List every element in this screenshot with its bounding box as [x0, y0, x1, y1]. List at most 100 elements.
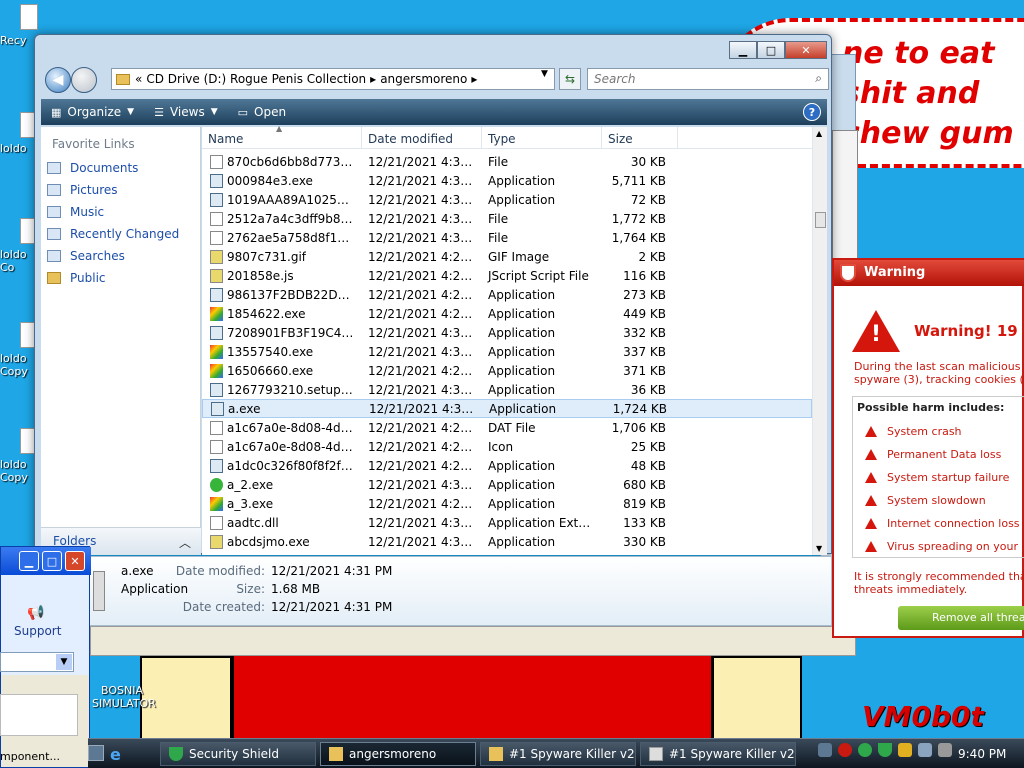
harm-label: Internet connection loss [887, 517, 1020, 530]
file-row[interactable]: 201858e.js 12/21/2021 4:28 PM JScript Scri… [202, 266, 812, 285]
taskbar-button-security-shield[interactable]: Security Shield [160, 742, 316, 766]
close-icon: ✕ [70, 554, 80, 568]
shield-icon [169, 747, 183, 761]
xp-dropdown[interactable]: ▼ [0, 652, 74, 672]
desktop-icon-bosnia[interactable]: BOSNIA SIMULATOR [92, 660, 156, 710]
remove-threats-button[interactable]: Remove all threats [898, 606, 1024, 630]
scroll-down-icon[interactable]: ▼ [816, 544, 822, 553]
file-row[interactable]: abcdsjmo.exe 12/21/2021 4:30 PM Applicatio… [202, 532, 812, 551]
search-icon[interactable]: ⌕ [815, 71, 822, 86]
column-header-type[interactable]: Type [482, 127, 602, 149]
file-name-cell: 1267793210.setup_buil... [202, 382, 362, 397]
breadcrumb-item[interactable]: angersmoreno [380, 72, 467, 86]
file-type-cell: DAT File [488, 420, 536, 435]
alert-icon[interactable] [838, 743, 852, 757]
file-size-cell: 330 KB [623, 534, 666, 549]
support-link[interactable]: Support [14, 624, 61, 638]
forward-button[interactable] [71, 67, 97, 93]
nav-link-public[interactable]: Public [47, 271, 106, 285]
scroll-thumb[interactable] [815, 212, 826, 228]
xp-close-button[interactable]: ✕ [65, 551, 85, 571]
file-row[interactable]: a1dc0c326f80f8f2f869e... 12/21/2021 4:29 … [202, 456, 812, 475]
security-icon[interactable] [858, 743, 872, 757]
file-name: 16506660.exe [227, 363, 314, 378]
system-tray [818, 743, 952, 757]
open-button[interactable]: ▭ Open [228, 105, 296, 119]
file-row[interactable]: 986137F2BDB22DBD32... 12/21/2021 4:28 PM A… [202, 285, 812, 304]
maximize-button[interactable]: □ [757, 41, 785, 59]
organize-button[interactable]: ▦ Organize ▼ [41, 105, 144, 119]
search-input[interactable]: Search ⌕ [587, 68, 829, 90]
file-row[interactable]: 9807c731.gif 12/21/2021 4:28 PM GIF Image 2… [202, 247, 812, 266]
file-row[interactable]: a_2.exe 12/21/2021 4:30 PM Application 680 … [202, 475, 812, 494]
file-row[interactable]: 16506660.exe 12/21/2021 4:29 PM Applicatio… [202, 361, 812, 380]
shield-icon[interactable] [878, 743, 892, 757]
file-row[interactable]: a1c67a0e-8d08-4d8f-8... 12/21/2021 4:29 P… [202, 437, 812, 456]
refresh-button[interactable]: ⇆ [559, 68, 581, 90]
xp-minimize-button[interactable]: ▁ [19, 551, 39, 571]
file-size-cell: 1,772 KB [611, 211, 666, 226]
file-date-cell: 12/21/2021 4:29 PM [368, 420, 482, 435]
favorite-links-title: Favorite Links [52, 137, 135, 151]
internet-explorer-icon[interactable]: e [110, 745, 121, 764]
file-icon [210, 420, 223, 435]
views-button[interactable]: ☰ Views ▼ [144, 105, 228, 119]
vertical-scrollbar[interactable]: ▲ ▼ [812, 127, 827, 555]
file-row[interactable]: a_3.exe 12/21/2021 4:29 PM Application 819 … [202, 494, 812, 513]
help-button[interactable]: ? [803, 103, 821, 121]
file-row[interactable]: 870cb6d6bb8d773cafc... 12/21/2021 4:31 PM… [202, 152, 812, 171]
column-header-name[interactable]: ▲ Name [202, 124, 362, 149]
image-file-icon [210, 268, 223, 283]
address-dropdown-icon[interactable]: ▼ [541, 69, 548, 79]
file-row[interactable]: aadtc.dll 12/21/2021 4:30 PM Application E… [202, 513, 812, 532]
tray-overflow-icon[interactable] [818, 743, 832, 757]
taskbar-button-explorer[interactable]: angersmoreno [320, 742, 476, 766]
file-row[interactable]: 000984e3.exe 12/21/2021 4:31 PM Applicatio… [202, 171, 812, 190]
minimize-button[interactable]: ▁ [729, 41, 757, 59]
file-size-cell: 5,711 KB [611, 173, 666, 188]
folder-icon [116, 73, 130, 85]
file-row[interactable]: a.exe 12/21/2021 4:31 PM Application 1,724 … [202, 399, 812, 418]
file-date-cell: 12/21/2021 4:30 PM [368, 477, 482, 492]
nav-link-searches[interactable]: Searches [47, 249, 125, 263]
xp-maximize-button[interactable]: □ [42, 551, 62, 571]
search-placeholder: Search [594, 72, 636, 86]
file-size-cell: 1,706 KB [611, 420, 666, 435]
file-row[interactable]: 1267793210.setup_buil... 12/21/2021 4:31 … [202, 380, 812, 399]
nav-link-pictures[interactable]: Pictures [47, 183, 118, 197]
clock[interactable]: 9:40 PM [958, 747, 1006, 761]
address-bar[interactable]: « CD Drive (D:) Rogue Penis Collection ▸… [111, 68, 555, 90]
shield-icon [840, 264, 856, 282]
taskbar-button-spyware-killer-2[interactable]: #1 Spyware Killer v2.1 [640, 742, 796, 766]
back-button[interactable]: ◀ [45, 67, 71, 93]
nav-link-music[interactable]: Music [47, 205, 104, 219]
file-name: a_3.exe [227, 496, 274, 511]
file-row[interactable]: 2762ae5a758d8f12608a... 12/21/2021 4:31 P… [202, 228, 812, 247]
volume-icon[interactable] [938, 743, 952, 757]
nav-link-documents[interactable]: Documents [47, 161, 138, 175]
show-desktop-icon[interactable] [88, 745, 104, 761]
chevron-down-icon: ▼ [127, 107, 135, 117]
close-button[interactable]: ✕ [785, 41, 827, 59]
file-size-cell: 1,724 KB [612, 401, 667, 416]
scroll-up-icon[interactable]: ▲ [816, 129, 822, 138]
breadcrumb-item[interactable]: CD Drive (D:) Rogue Penis Collection [146, 72, 366, 86]
file-size-cell: 1,764 KB [611, 230, 666, 245]
file-row[interactable]: 2512a7a4c3dff9b8f0c4... 12/21/2021 4:31 P… [202, 209, 812, 228]
file-name: abcdsjmo.exe [227, 534, 310, 549]
column-header-date[interactable]: Date modified [362, 127, 482, 149]
file-row[interactable]: 1019AAA89A1025918E... 12/21/2021 4:31 PM A… [202, 190, 812, 209]
column-header-size[interactable]: Size [602, 127, 678, 149]
nav-link-recently-changed[interactable]: Recently Changed [47, 227, 179, 241]
file-row[interactable]: 1854622.exe 12/21/2021 4:28 PM Application… [202, 304, 812, 323]
harm-item: System slowdown [865, 494, 986, 507]
file-type-cell: Application [488, 192, 556, 207]
file-name-cell: 7208901FB3F19C4BED9... [202, 325, 362, 340]
file-row[interactable]: a1c67a0e-8d08-4d8f-8... 12/21/2021 4:29 P… [202, 418, 812, 437]
file-row[interactable]: 13557540.exe 12/21/2021 4:30 PM Applicatio… [202, 342, 812, 361]
file-row[interactable]: 7208901FB3F19C4BED9... 12/21/2021 4:30 PM… [202, 323, 812, 342]
network-icon[interactable] [918, 743, 932, 757]
security-center-icon[interactable] [898, 743, 912, 757]
taskbar-button-spyware-killer[interactable]: #1 Spyware Killer v2.1 [480, 742, 636, 766]
file-size-cell: 116 KB [623, 268, 666, 283]
